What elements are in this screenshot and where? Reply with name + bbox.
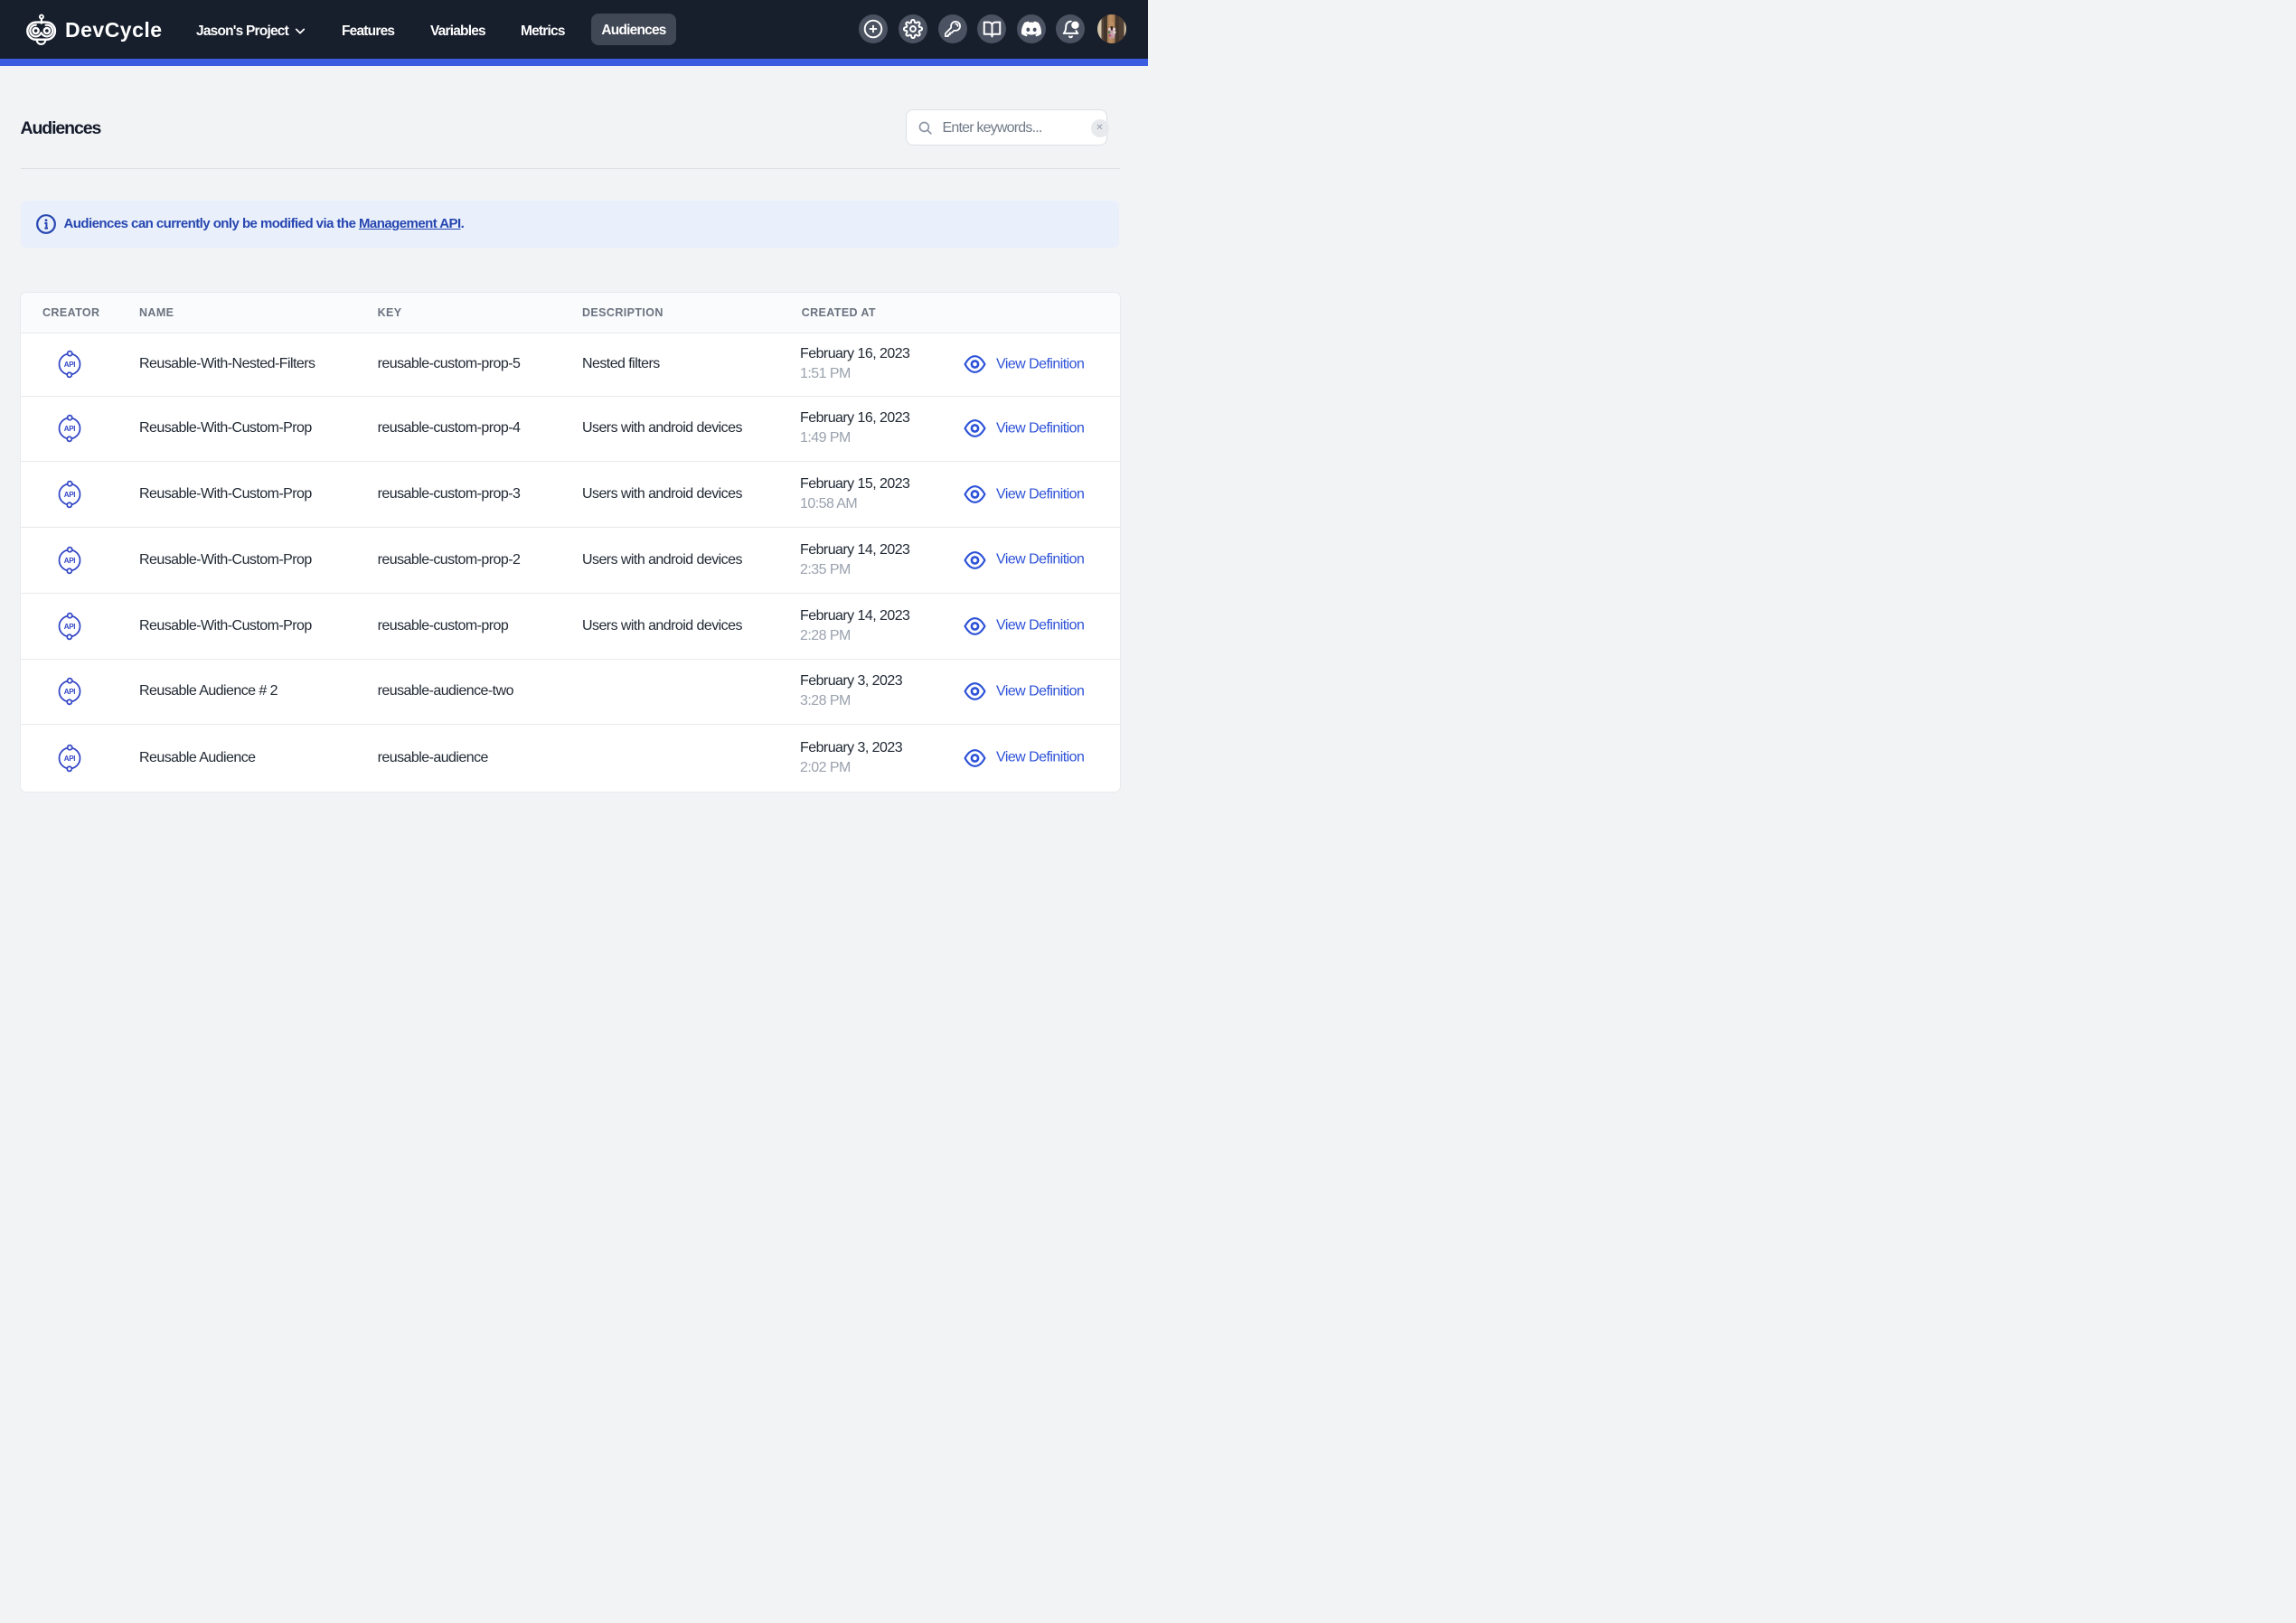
- svg-text:API: API: [63, 425, 75, 433]
- svg-text:API: API: [63, 557, 75, 565]
- svg-text:API: API: [63, 491, 75, 499]
- svg-text:API: API: [63, 361, 75, 369]
- svg-text:API: API: [63, 623, 75, 631]
- svg-text:API: API: [63, 688, 75, 696]
- svg-text:API: API: [63, 755, 75, 763]
